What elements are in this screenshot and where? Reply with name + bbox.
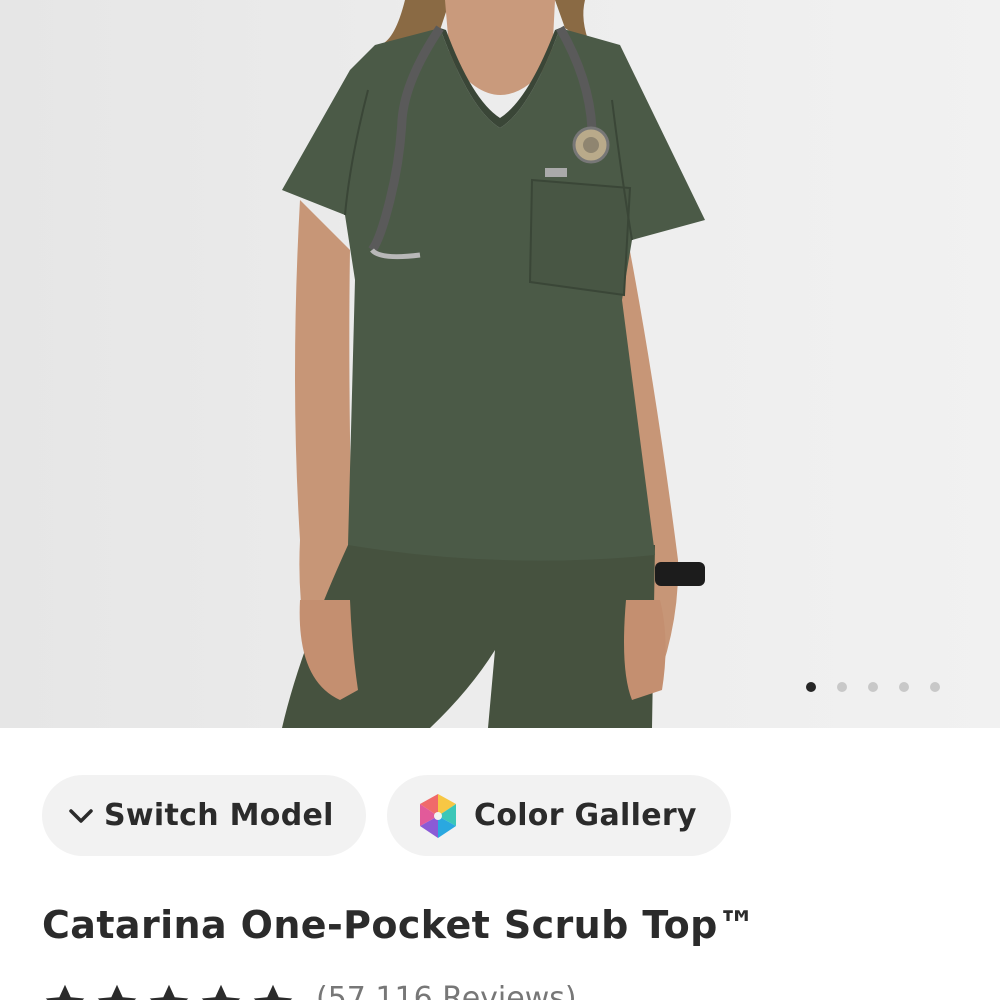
star-icon: [253, 984, 293, 1000]
switch-model-label: Switch Model: [104, 798, 334, 833]
carousel-dot[interactable]: [806, 682, 816, 692]
star-rating: [42, 982, 296, 1000]
chevron-down-icon: [69, 808, 93, 823]
product-title: Catarina One-Pocket Scrub Top™: [42, 903, 757, 947]
carousel-dot[interactable]: [837, 682, 847, 692]
reviews-count-link[interactable]: (57,116 Reviews): [316, 982, 577, 1000]
color-wheel-icon: [420, 793, 456, 838]
star-icon: [149, 984, 189, 1000]
carousel-dot[interactable]: [868, 682, 878, 692]
star-icon: [97, 984, 137, 1000]
product-image-carousel[interactable]: [0, 0, 1000, 728]
color-gallery-button[interactable]: Color Gallery: [387, 775, 731, 856]
carousel-dot[interactable]: [899, 682, 909, 692]
color-gallery-label: Color Gallery: [474, 798, 697, 833]
product-photo: [282, 0, 705, 728]
product-page: Switch Model Color Gallery Catarina One-…: [0, 0, 1000, 1000]
star-icon: [45, 984, 85, 1000]
star-icon: [201, 984, 241, 1000]
rating-row[interactable]: (57,116 Reviews): [42, 982, 577, 1000]
carousel-dot[interactable]: [930, 682, 940, 692]
carousel-indicators: [806, 682, 940, 692]
switch-model-button[interactable]: Switch Model: [42, 775, 366, 856]
